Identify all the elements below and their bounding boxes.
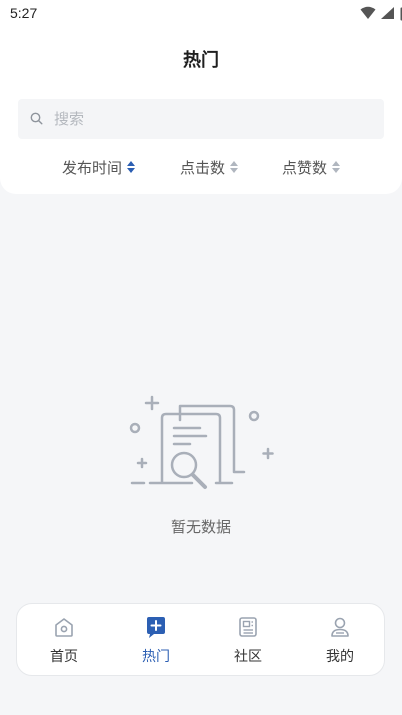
sort-clicks[interactable]: 点击数 [180, 156, 239, 178]
profile-icon [331, 617, 349, 637]
hot-icon [147, 617, 165, 638]
sort-label: 点击数 [180, 158, 226, 177]
empty-state-text: 暂无数据 [170, 518, 231, 536]
tab-hot[interactable]: 热门 [110, 604, 202, 677]
tab-community[interactable]: 社区 [202, 604, 294, 677]
tab-profile[interactable]: 我的 [294, 604, 386, 677]
wifi-icon [360, 6, 376, 19]
status-bar: 5:27 [0, 0, 402, 28]
search-box[interactable] [18, 99, 384, 139]
empty-document-search-icon [129, 395, 274, 489]
sort-arrows-icon [230, 161, 239, 173]
tab-label: 热门 [142, 649, 170, 665]
sort-likes[interactable]: 点赞数 [282, 156, 341, 178]
tab-home[interactable]: 首页 [18, 604, 110, 677]
tab-label: 社区 [234, 649, 262, 665]
home-icon [55, 618, 73, 637]
search-input[interactable] [54, 99, 374, 139]
sort-label: 发布时间 [62, 158, 123, 177]
page-title: 热门 [183, 50, 219, 71]
sort-arrows-icon [127, 161, 136, 173]
sort-label: 点赞数 [282, 158, 328, 177]
status-time: 5:27 [10, 5, 38, 21]
sort-publish-time[interactable]: 发布时间 [62, 156, 136, 178]
sort-arrows-icon [332, 161, 341, 173]
cellular-signal-icon [381, 7, 394, 19]
tab-label: 我的 [326, 649, 354, 665]
community-icon [239, 617, 257, 637]
search-icon [30, 112, 43, 125]
bottom-tab-bar: 首页 热门 社区 我的 [16, 603, 385, 676]
header-card: 热门 发布时间 点击数 点赞数 [0, 28, 402, 194]
tab-label: 首页 [50, 649, 78, 665]
